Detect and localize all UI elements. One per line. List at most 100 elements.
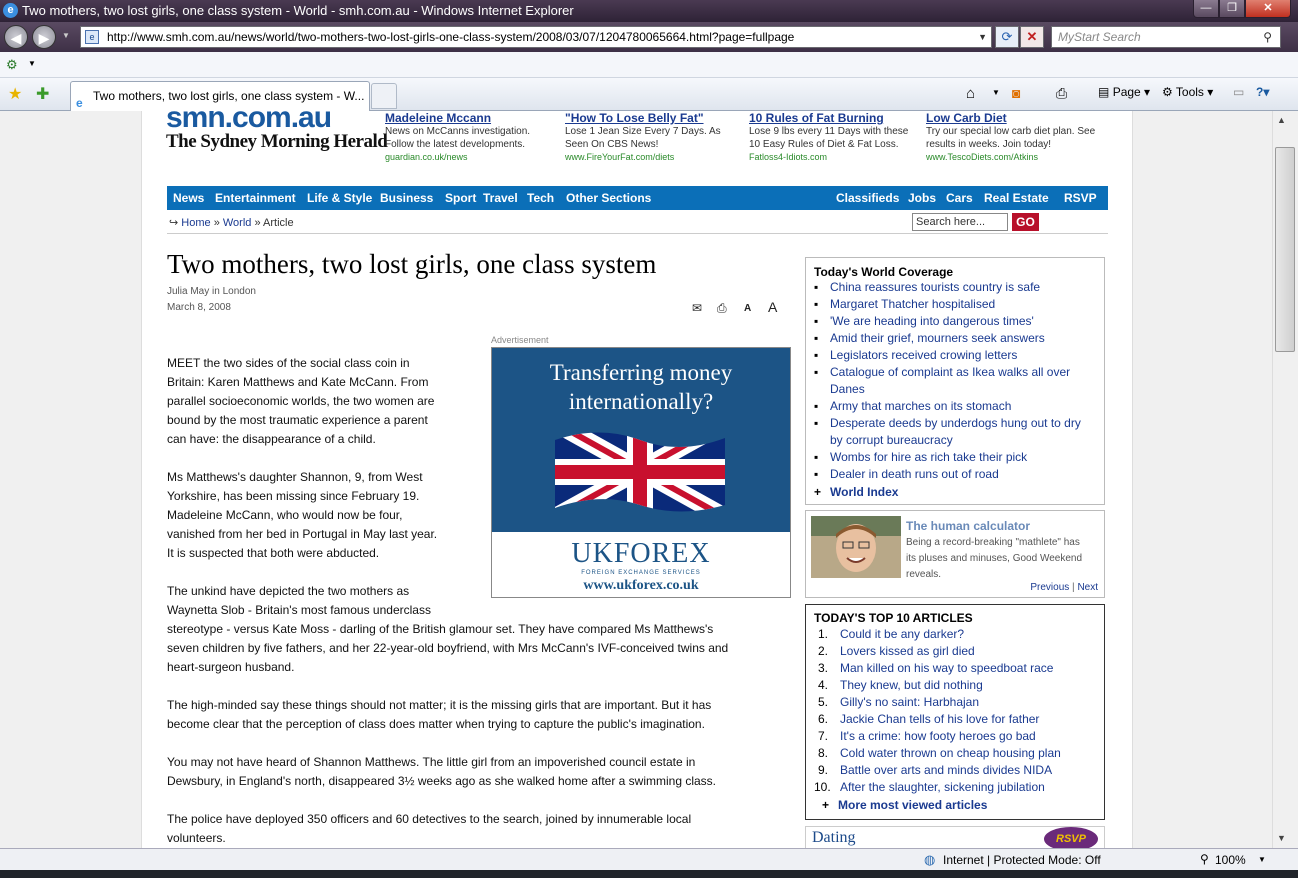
nav-item-other-sections[interactable]: Other Sections [566,191,651,205]
forward-button[interactable]: ▶ [32,25,56,49]
top10-item[interactable]: 1. Could it be any darker? [814,626,964,643]
print-article-icon[interactable]: ⎙ [717,301,727,316]
help-icon[interactable]: ?▾ [1256,85,1269,99]
more-most-viewed-link[interactable]: + More most viewed articles [822,797,987,814]
top-ad-2[interactable]: "How To Lose Belly Fat" Lose 1 Jean Size… [565,111,735,164]
top-ad-url[interactable]: www.FireYourFat.com/diets [565,151,735,164]
world-coverage-link[interactable]: Desperate deeds by underdogs hung out to… [830,416,1081,430]
compat-dropdown-icon[interactable]: ▼ [28,59,36,68]
top10-item[interactable]: 2. Lovers kissed as girl died [814,643,975,660]
zoom-dropdown-icon[interactable]: ▼ [1258,855,1266,864]
research-icon[interactable]: ▭ [1233,85,1244,99]
scroll-down-arrow-icon[interactable]: ▼ [1277,833,1286,843]
security-zone-text[interactable]: Internet | Protected Mode: Off [943,853,1101,867]
nav-item-jobs[interactable]: Jobs [908,191,936,205]
top10-link[interactable]: Lovers kissed as girl died [840,644,975,658]
top-ad-4[interactable]: Low Carb Diet Try our special low carb d… [926,111,1096,164]
address-input[interactable]: e http://www.smh.com.au/news/world/two-m… [80,26,992,48]
favorites-star-icon[interactable]: ★ [8,84,22,104]
nav-item-life-style[interactable]: Life & Style [307,191,372,205]
world-coverage-link[interactable]: 'We are heading into dangerous times' [830,314,1034,328]
top10-item[interactable]: 7. It's a crime: how footy heroes go bad [814,728,1036,745]
world-coverage-item[interactable]: ▪ Desperate deeds by underdogs hung out t… [814,415,1081,449]
world-coverage-item[interactable]: ▪ China reassures tourists country is saf… [814,279,1040,296]
text-larger-icon[interactable]: A [768,299,777,315]
nav-item-entertainment[interactable]: Entertainment [215,191,296,205]
top10-item[interactable]: 9. Battle over arts and minds divides NID… [814,762,1052,779]
top10-link[interactable]: They knew, but did nothing [840,678,983,692]
top10-link[interactable]: Could it be any darker? [840,627,964,641]
world-index-label[interactable]: World Index [830,485,898,499]
top10-link[interactable]: It's a crime: how footy heroes go bad [840,729,1036,743]
top-ad-3[interactable]: 10 Rules of Fat Burning Lose 9 lbs every… [749,111,919,164]
top-ad-headline[interactable]: "How To Lose Belly Fat" [565,111,735,125]
top-ad-url[interactable]: guardian.co.uk/news [385,151,555,164]
top10-item[interactable]: 6. Jackie Chan tells of his love for fath… [814,711,1039,728]
world-index-link[interactable]: + World Index [814,484,898,501]
home-icon[interactable]: ⌂ [966,85,975,102]
feeds-icon[interactable]: ◙ [1012,85,1020,101]
world-coverage-link[interactable]: Dealer in death runs out of road [830,467,999,481]
world-coverage-link[interactable]: Amid their grief, mourners seek answers [830,331,1045,345]
top-ad-headline[interactable]: Madeleine Mccann [385,111,555,125]
nav-item-sport[interactable]: Sport [445,191,476,205]
nav-item-rsvp[interactable]: RSVP [1064,191,1097,205]
page-menu[interactable]: ▤ Page ▾ [1098,85,1150,99]
world-coverage-link[interactable]: Catalogue of complaint as Ikea walks all… [830,365,1070,379]
world-coverage-link[interactable]: Wombs for hire as rich take their pick [830,450,1027,464]
text-smaller-icon[interactable]: A [744,303,751,314]
top-ad-url[interactable]: Fatloss4-Idiots.com [749,151,919,164]
world-coverage-item[interactable]: ▪ Catalogue of complaint as Ikea walks al… [814,364,1070,398]
tools-menu[interactable]: ⚙ Tools ▾ [1162,85,1213,99]
top-ad-headline[interactable]: Low Carb Diet [926,111,1096,125]
site-search-input[interactable]: Search here... [912,213,1008,231]
world-coverage-link[interactable]: Danes [830,382,865,396]
nav-item-news[interactable]: News [173,191,204,205]
maximize-button[interactable]: ❐ [1219,0,1245,18]
nav-item-travel[interactable]: Travel [483,191,518,205]
top10-link[interactable]: Man killed on his way to speedboat race [840,661,1053,675]
world-coverage-link[interactable]: China reassures tourists country is safe [830,280,1040,294]
email-icon[interactable]: ✉ [692,301,702,315]
add-favorite-icon[interactable]: ✚ [36,84,49,104]
world-coverage-link[interactable]: Army that marches on its stomach [830,399,1011,413]
close-button[interactable]: ✕ [1245,0,1291,18]
world-coverage-link[interactable]: Legislators received crowing letters [830,348,1017,362]
world-coverage-link[interactable]: Margaret Thatcher hospitalised [830,297,995,311]
history-dropdown-icon[interactable]: ▼ [62,31,70,40]
home-dropdown-icon[interactable]: ▼ [992,88,1000,97]
minimize-button[interactable]: — [1193,0,1219,18]
print-icon[interactable]: ⎙ [1056,85,1067,102]
refresh-button[interactable]: ⟳ [995,26,1019,48]
tab-current-page[interactable]: e Two mothers, two lost girls, one class… [70,81,370,111]
world-coverage-item[interactable]: ▪ Amid their grief, mourners seek answers [814,330,1045,347]
nav-item-classifieds[interactable]: Classifieds [836,191,899,205]
nav-item-tech[interactable]: Tech [527,191,554,205]
new-tab-button[interactable] [371,83,397,109]
world-coverage-link[interactable]: by corrupt bureaucracy [830,433,953,447]
rsvp-logo[interactable]: RSVP [1044,827,1098,848]
top10-link[interactable]: Gilly's no saint: Harbhajan [840,695,979,709]
top10-item[interactable]: 5. Gilly's no saint: Harbhajan [814,694,979,711]
world-coverage-item[interactable]: ▪ Army that marches on its stomach [814,398,1011,415]
world-coverage-item[interactable]: ▪ 'We are heading into dangerous times' [814,313,1034,330]
top10-link[interactable]: Battle over arts and minds divides NIDA [840,763,1052,777]
world-coverage-item[interactable]: ▪ Margaret Thatcher hospitalised [814,296,995,313]
feature-title[interactable]: The human calculator [906,519,1030,533]
top10-item[interactable]: 10. After the slaughter, sickening jubila… [814,779,1045,796]
site-masthead[interactable]: The Sydney Morning Herald [166,131,388,153]
feature-next-link[interactable]: Next [1077,582,1098,593]
dating-box[interactable]: Dating RSVP [805,826,1105,848]
advert-banner[interactable]: Transferring money internationally? UKFO… [491,347,791,598]
top10-item[interactable]: 4. They knew, but did nothing [814,677,983,694]
top-ad-1[interactable]: Madeleine Mccann News on McCanns investi… [385,111,555,164]
compatibility-icon[interactable]: ⚙ [6,57,18,73]
world-coverage-item[interactable]: ▪ Dealer in death runs out of road [814,466,999,483]
feature-previous-link[interactable]: Previous [1030,582,1069,593]
breadcrumb-world[interactable]: World [223,217,252,229]
scrollbar-thumb[interactable] [1275,147,1295,352]
back-button[interactable]: ◀ [4,25,28,49]
top-ad-headline[interactable]: 10 Rules of Fat Burning [749,111,919,125]
vertical-scrollbar[interactable]: ▲ ▼ [1272,111,1298,848]
nav-item-cars[interactable]: Cars [946,191,973,205]
